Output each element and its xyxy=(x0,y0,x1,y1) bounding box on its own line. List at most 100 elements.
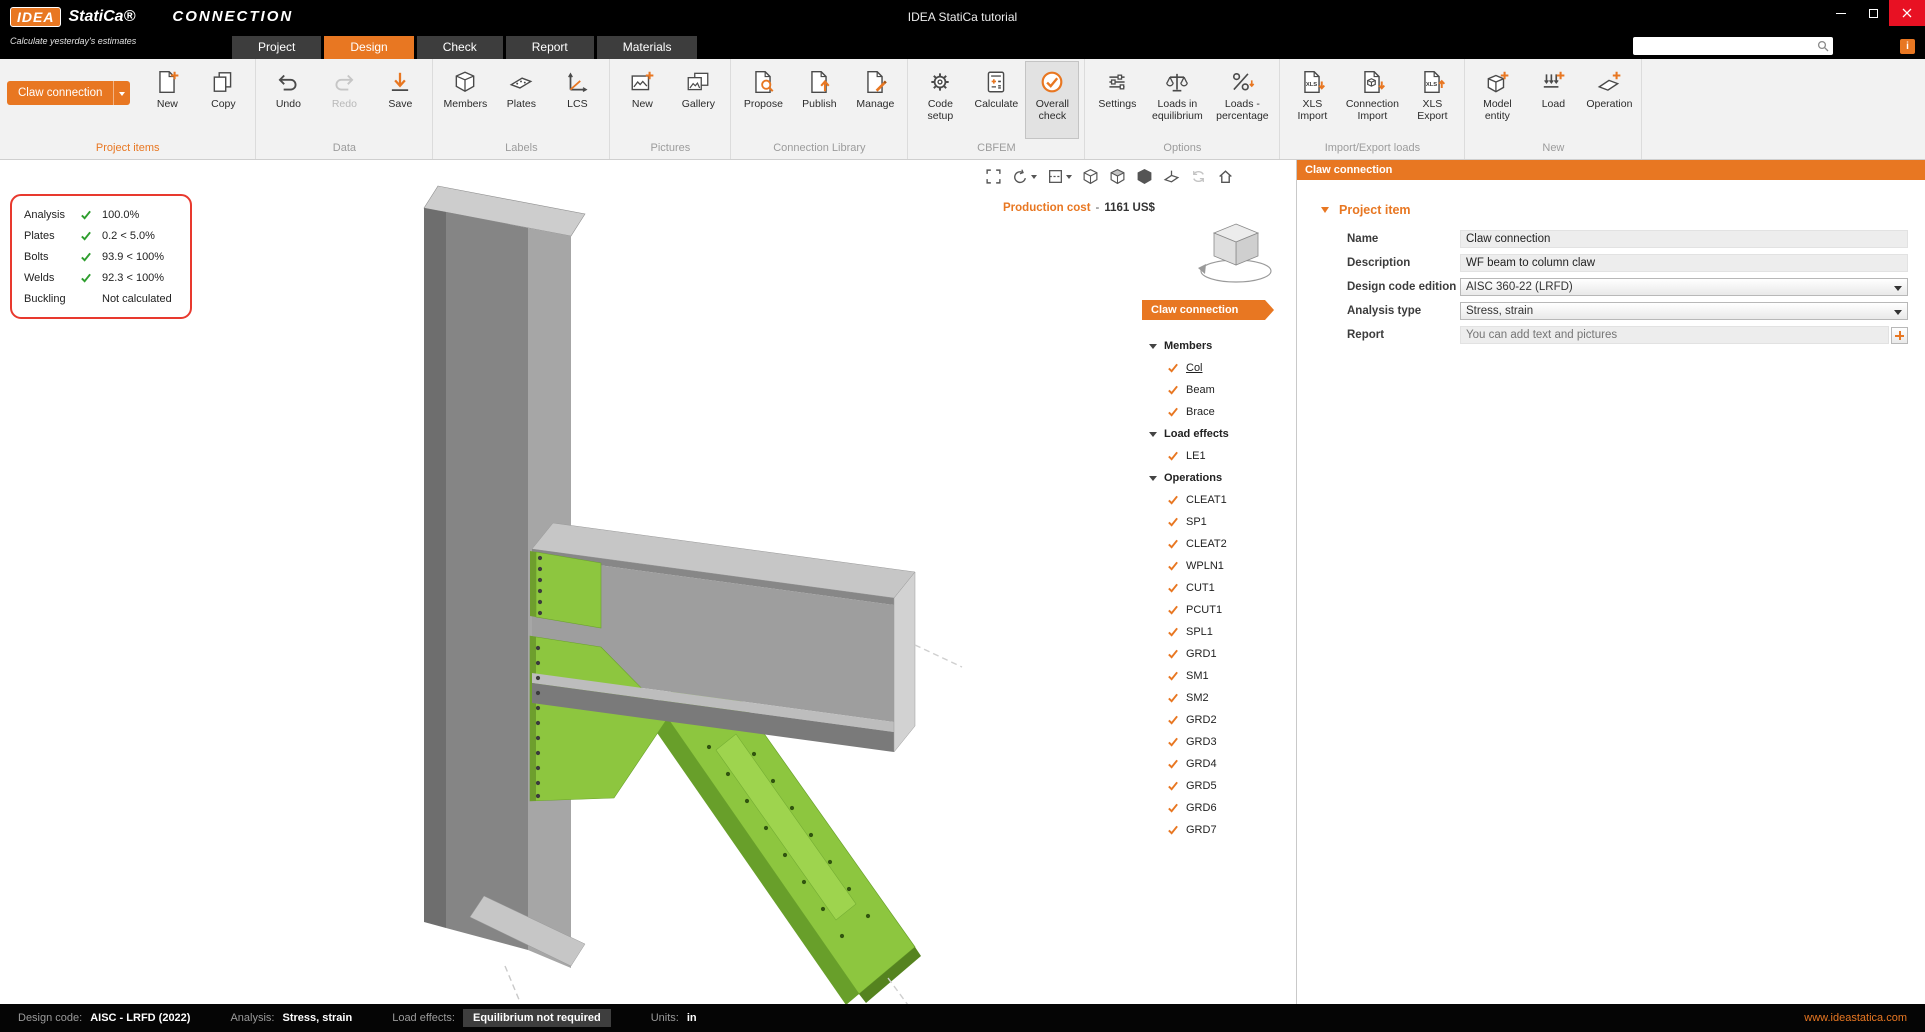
check-icon[interactable] xyxy=(1167,362,1179,374)
tree-item-pcut1[interactable]: PCUT1 xyxy=(1142,599,1294,621)
report-field[interactable] xyxy=(1460,326,1889,344)
tree-item-sm1[interactable]: SM1 xyxy=(1142,665,1294,687)
analysis-type-select[interactable]: Stress, strain xyxy=(1460,302,1908,320)
maximize-button[interactable] xyxy=(1857,0,1889,26)
check-icon[interactable] xyxy=(1167,736,1179,748)
check-icon[interactable] xyxy=(1167,780,1179,792)
check-icon[interactable] xyxy=(1167,450,1179,462)
home-view-icon[interactable] xyxy=(1217,168,1234,185)
tree-item-grd2[interactable]: GRD2 xyxy=(1142,709,1294,731)
expander-icon[interactable] xyxy=(1149,476,1157,485)
tree-item-grd7[interactable]: GRD7 xyxy=(1142,819,1294,841)
tree-item-sp1[interactable]: SP1 xyxy=(1142,511,1294,533)
new-project-item-button[interactable]: New xyxy=(140,61,194,139)
tree-item-cleat1[interactable]: CLEAT1 xyxy=(1142,489,1294,511)
minimize-button[interactable] xyxy=(1825,0,1857,26)
undo-button[interactable]: Undo xyxy=(261,61,315,139)
check-icon[interactable] xyxy=(1167,538,1179,550)
check-icon[interactable] xyxy=(1167,758,1179,770)
check-icon[interactable] xyxy=(1167,516,1179,528)
add-report-content-button[interactable] xyxy=(1891,327,1908,344)
tab-project[interactable]: Project xyxy=(232,36,321,59)
tree-item-sm2[interactable]: SM2 xyxy=(1142,687,1294,709)
tree-item-brace[interactable]: Brace xyxy=(1142,401,1294,423)
check-icon[interactable] xyxy=(1167,692,1179,704)
tree-item-grd1[interactable]: GRD1 xyxy=(1142,643,1294,665)
new-picture-button[interactable]: New xyxy=(615,61,669,139)
expander-icon[interactable] xyxy=(1149,432,1157,441)
check-icon[interactable] xyxy=(1167,604,1179,616)
check-icon[interactable] xyxy=(1167,714,1179,726)
lcs-labels-button[interactable]: LCS xyxy=(550,61,604,139)
overall-check-button[interactable]: Overall check xyxy=(1025,61,1079,139)
design-code-select[interactable]: AISC 360-22 (LRFD) xyxy=(1460,278,1908,296)
tree-item-spl1[interactable]: SPL1 xyxy=(1142,621,1294,643)
rotate-view-icon[interactable] xyxy=(1012,168,1037,185)
settings-button[interactable]: Settings xyxy=(1090,61,1144,139)
workplane-icon[interactable] xyxy=(1163,168,1180,185)
tree-section-load-effects[interactable]: Load effects xyxy=(1142,423,1294,445)
code-setup-button[interactable]: Code setup xyxy=(913,61,967,139)
manage-button[interactable]: Manage xyxy=(848,61,902,139)
close-button[interactable] xyxy=(1889,0,1925,26)
check-icon[interactable] xyxy=(1167,802,1179,814)
website-link[interactable]: www.ideastatica.com xyxy=(1804,1012,1907,1024)
tree-header-tag[interactable]: Claw connection xyxy=(1142,300,1274,320)
xls-export-button[interactable]: XLS Export xyxy=(1405,61,1459,139)
model-viewport[interactable]: Analysis 100.0% Plates 0.2 < 5.0% Bolts … xyxy=(0,160,1296,1004)
check-icon[interactable] xyxy=(1167,560,1179,572)
tree-item-wpln1[interactable]: WPLN1 xyxy=(1142,555,1294,577)
tree-item-le1[interactable]: LE1 xyxy=(1142,445,1294,467)
xls-import-button[interactable]: XLS Import xyxy=(1285,61,1339,139)
check-icon[interactable] xyxy=(1167,582,1179,594)
tab-check[interactable]: Check xyxy=(417,36,503,59)
sync-view-icon[interactable] xyxy=(1190,168,1207,185)
cleat-plate-1[interactable] xyxy=(536,552,601,628)
check-icon[interactable] xyxy=(1167,670,1179,682)
tree-section-operations[interactable]: Operations xyxy=(1142,467,1294,489)
members-labels-button[interactable]: Members xyxy=(438,61,492,139)
transparent-view-icon[interactable] xyxy=(1109,168,1126,185)
tree-item-beam[interactable]: Beam xyxy=(1142,379,1294,401)
description-field[interactable] xyxy=(1460,254,1908,272)
tree-item-grd6[interactable]: GRD6 xyxy=(1142,797,1294,819)
model-3d-view[interactable] xyxy=(0,160,1296,1004)
check-icon[interactable] xyxy=(1167,648,1179,660)
loads-percentage-button[interactable]: Loads - percentage xyxy=(1210,61,1274,139)
copy-project-item-button[interactable]: Copy xyxy=(196,61,250,139)
tree-item-grd3[interactable]: GRD3 xyxy=(1142,731,1294,753)
expander-icon[interactable] xyxy=(1149,344,1157,353)
info-icon[interactable]: i xyxy=(1900,39,1915,54)
tree-section-members[interactable]: Members xyxy=(1142,335,1294,357)
publish-button[interactable]: Publish xyxy=(792,61,846,139)
redo-button[interactable]: Redo xyxy=(317,61,371,139)
loads-in-equilibrium-button[interactable]: Loads in equilibrium xyxy=(1146,61,1208,139)
save-button[interactable]: Save xyxy=(373,61,427,139)
plates-labels-button[interactable]: Plates xyxy=(494,61,548,139)
check-icon[interactable] xyxy=(1167,384,1179,396)
section-view-icon[interactable] xyxy=(1047,168,1072,185)
tree-item-cleat2[interactable]: CLEAT2 xyxy=(1142,533,1294,555)
chevron-down-icon[interactable] xyxy=(113,81,130,105)
zoom-fit-icon[interactable] xyxy=(985,168,1002,185)
tree-item-grd5[interactable]: GRD5 xyxy=(1142,775,1294,797)
navigation-cube[interactable] xyxy=(1190,216,1282,294)
active-connection-dropdown[interactable]: Claw connection xyxy=(7,81,130,105)
solid-view-icon[interactable] xyxy=(1136,168,1153,185)
project-item-section[interactable]: Project item xyxy=(1297,202,1925,217)
tree-item-cut1[interactable]: CUT1 xyxy=(1142,577,1294,599)
search-icon[interactable] xyxy=(1817,40,1829,52)
new-operation-button[interactable]: Operation xyxy=(1582,61,1636,139)
new-load-button[interactable]: Load xyxy=(1526,61,1580,139)
gallery-button[interactable]: Gallery xyxy=(671,61,725,139)
tab-materials[interactable]: Materials xyxy=(597,36,698,59)
tab-report[interactable]: Report xyxy=(506,36,594,59)
check-icon[interactable] xyxy=(1167,406,1179,418)
name-field[interactable] xyxy=(1460,230,1908,248)
check-icon[interactable] xyxy=(1167,494,1179,506)
connection-import-button[interactable]: Connection Import xyxy=(1341,61,1403,139)
calculate-button[interactable]: Calculate xyxy=(969,61,1023,139)
search-input[interactable] xyxy=(1633,40,1817,52)
tree-item-col[interactable]: Col xyxy=(1142,357,1294,379)
tree-item-grd4[interactable]: GRD4 xyxy=(1142,753,1294,775)
